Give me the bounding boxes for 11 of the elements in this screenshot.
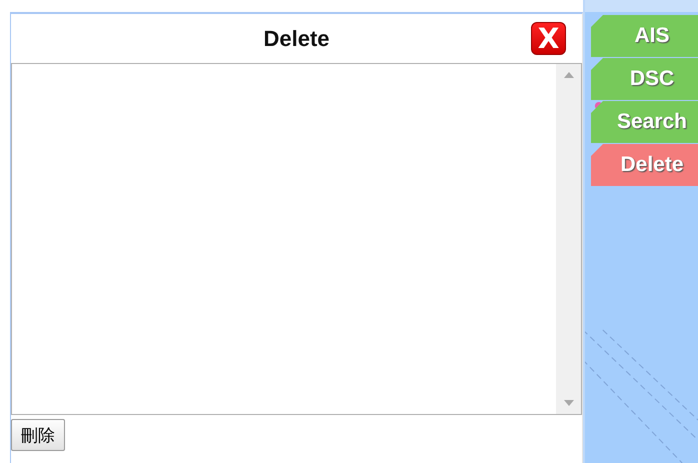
dialog-title: Delete [263, 26, 330, 52]
delete-button[interactable]: 刪除 [11, 419, 65, 451]
side-tab[interactable]: Search [591, 101, 698, 143]
scroll-up-icon[interactable] [564, 72, 574, 78]
list-box[interactable] [11, 63, 582, 415]
side-tab[interactable]: Delete [591, 144, 698, 186]
scrollbar[interactable] [556, 64, 581, 414]
close-button[interactable]: X [531, 22, 566, 55]
scroll-down-icon[interactable] [564, 400, 574, 406]
side-tab[interactable]: DSC [591, 58, 698, 100]
side-tab[interactable]: AIS [591, 15, 698, 57]
